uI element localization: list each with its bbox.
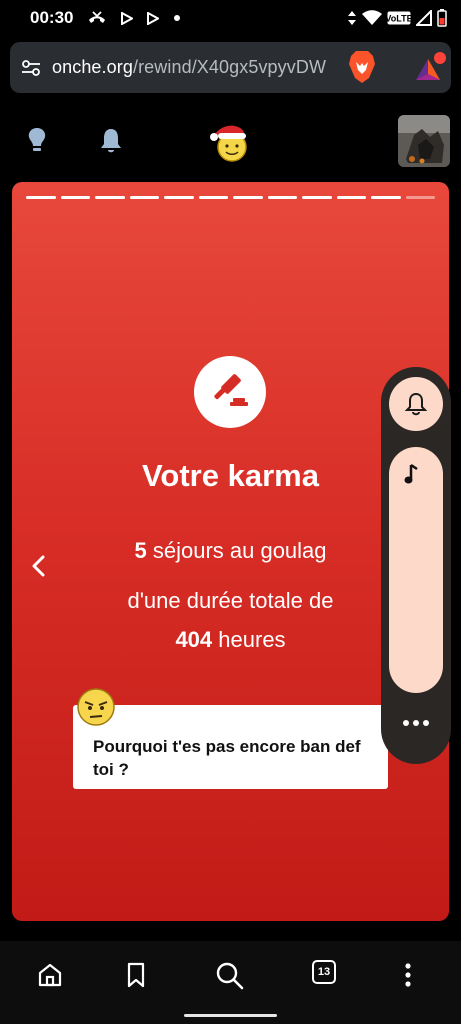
quote-box: Pourquoi t'es pas encore ban def toi ? (73, 705, 388, 789)
previous-story-chevron-icon[interactable] (29, 554, 49, 583)
progress-segment (336, 196, 366, 199)
gavel-badge (194, 356, 266, 428)
bookmark-icon[interactable] (123, 961, 149, 994)
story-progress (26, 196, 435, 199)
music-note-icon (404, 463, 420, 491)
stays-count: 5 (134, 538, 147, 563)
site-header (0, 104, 461, 178)
progress-segment (198, 196, 228, 199)
url-host: onche.org (52, 57, 133, 77)
overflow-menu-icon[interactable] (402, 961, 414, 994)
music-track-button[interactable] (389, 447, 443, 693)
bell-icon[interactable] (98, 127, 124, 160)
progress-segment (26, 196, 56, 199)
stays-label: séjours au goulag (152, 538, 327, 563)
missed-call-icon (87, 11, 107, 25)
gavel-icon (214, 374, 248, 406)
svg-text:VoLTE: VoLTE (387, 14, 411, 24)
url-bar[interactable]: onche.org/rewind/X40gx5vpyvDW (10, 42, 451, 93)
progress-segment (60, 196, 90, 199)
volte-icon: VoLTE (387, 11, 411, 25)
progress-segment (371, 196, 401, 199)
hours-value: 404 (175, 627, 213, 652)
angry-smiley-icon (74, 687, 118, 732)
progress-segment (95, 196, 125, 199)
site-settings-icon[interactable] (10, 59, 52, 77)
progress-segment (302, 196, 332, 199)
santa-hat-smiley-logo[interactable] (208, 120, 252, 169)
progress-segment (267, 196, 297, 199)
status-bar: 00:30 VoLTE (0, 0, 461, 36)
bottom-toolbar: 13 (0, 941, 461, 1024)
url-path: /rewind/X40gx5vpyvDW (132, 57, 327, 77)
lightbulb-icon[interactable] (24, 126, 50, 159)
brave-rewards-icon[interactable] (412, 50, 446, 89)
url-text[interactable]: onche.org/rewind/X40gx5vpyvDW (52, 57, 337, 78)
gesture-home-indicator (184, 1014, 277, 1017)
progress-segment (164, 196, 194, 199)
status-time: 00:30 (30, 8, 74, 27)
quote-text: Pourquoi t'es pas encore ban def toi ? (93, 737, 361, 779)
hours-label: heures (218, 627, 286, 652)
play-store-icon (121, 11, 134, 25)
brave-shield-icon[interactable] (347, 50, 377, 89)
more-horizontal-icon[interactable] (401, 715, 431, 733)
search-icon[interactable] (215, 961, 245, 996)
progress-segment (129, 196, 159, 199)
dot-icon (173, 14, 181, 22)
floating-side-panel (381, 367, 451, 764)
progress-segment (233, 196, 263, 199)
data-arrows-icon (347, 10, 357, 26)
home-icon[interactable] (36, 961, 64, 994)
avatar[interactable] (398, 115, 450, 167)
wifi-icon (362, 10, 382, 26)
tab-switcher-button[interactable]: 13 (312, 960, 336, 984)
battery-low-icon (437, 9, 447, 27)
progress-segment (405, 196, 435, 199)
play-icon (147, 11, 160, 25)
side-bell-button[interactable] (389, 377, 443, 431)
bell-outline-icon (405, 392, 427, 416)
signal-icon (416, 10, 432, 26)
